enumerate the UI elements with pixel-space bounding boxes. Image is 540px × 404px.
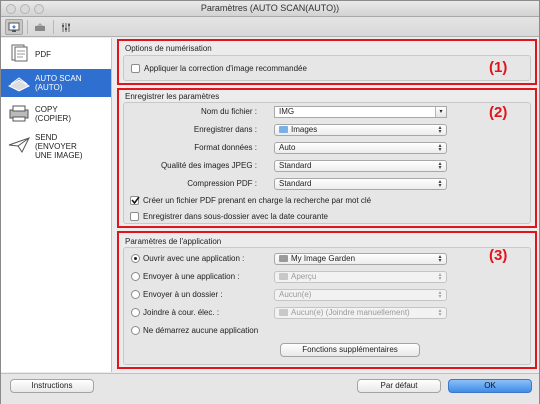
defaults-button[interactable]: Par défaut [357,379,441,393]
file-name-label: Nom du fichier : [200,107,257,116]
open-with-app-value: My Image Garden [291,254,356,263]
date-subfolder-checkbox[interactable] [130,212,139,221]
attach-email-label: Joindre à cour. élec. : [143,308,220,317]
ok-button[interactable]: OK [448,379,532,393]
jpeg-quality-value: Standard [279,161,312,170]
app-icon [279,273,288,280]
updown-arrows-icon: ▴ ▾ [438,143,442,153]
app-icon [279,255,288,262]
checkmark-icon [131,196,140,205]
searchable-pdf-checkbox[interactable] [130,196,140,205]
pdf-compression-label: Compression PDF : [187,179,257,188]
section-marker-2: (2) [489,104,508,121]
scan-options-title: Options de numérisation [125,44,212,53]
file-name-combo[interactable]: IMG ▾ [274,106,447,118]
sidebar-item-pdf[interactable]: PDF [1,40,111,68]
title-bar: Paramètres (AUTO SCAN(AUTO)) [1,1,539,17]
data-format-label: Format données : [194,143,257,152]
general-settings-tab[interactable] [57,19,75,35]
save-settings-title: Enregistrer les paramètres [125,92,220,101]
copy-icon [9,105,29,122]
send-to-folder-popup[interactable]: Aucun(e) ▴ ▾ [274,289,447,301]
mail-icon [279,309,288,316]
pdf-compression-value: Standard [279,179,312,188]
save-in-label: Enregistrer dans : [193,125,257,134]
app-settings-title: Paramètres de l'application [125,237,222,246]
send-to-app-value: Aperçu [291,272,317,281]
send-to-folder-value: Aucun(e) [279,290,312,299]
sidebar-item-label: COPY (COPIER) [35,105,71,123]
sidebar-item-copy[interactable]: COPY (COPIER) [1,100,111,128]
recommended-correction-checkbox[interactable] [131,64,140,73]
save-in-value: Images [291,125,318,134]
sidebar: PDF AUTO SCAN (AUTO) COPY (COPIER) SEND … [1,38,112,372]
save-in-popup[interactable]: Images ▴ ▾ [274,124,447,136]
open-with-app-popup[interactable]: My Image Garden ▴ ▾ [274,253,447,265]
send-to-app-radio[interactable] [131,272,140,281]
searchable-pdf-label: Créer un fichier PDF prenant en charge l… [143,196,372,205]
scan-options-group: Appliquer la correction d'image recomman… [123,55,531,81]
sidebar-item-label: AUTO SCAN (AUTO) [35,74,82,92]
data-format-value: Auto [279,143,296,152]
updown-arrows-icon: ▴ ▾ [438,254,442,264]
send-to-app-popup[interactable]: Aperçu ▴ ▾ [274,271,447,283]
jpeg-quality-popup[interactable]: Standard ▴ ▾ [274,160,447,172]
toolbar [1,17,539,37]
toolbar-separator [27,20,28,34]
attach-email-value: Aucun(e) (Joindre manuellement) [291,308,410,317]
attach-email-radio[interactable] [131,308,140,317]
send-icon [8,137,30,153]
date-subfolder-label: Enregistrer dans sous-dossier avec la da… [143,212,328,221]
send-to-folder-label: Envoyer à un dossier : [143,290,223,299]
instructions-button[interactable]: Instructions [10,379,94,393]
bottom-bar: Instructions Par défaut OK [1,373,539,404]
no-app-radio[interactable] [131,326,140,335]
save-settings-section: Enregistrer les paramètres Nom du fichie… [117,88,537,228]
sidebar-item-label: PDF [35,50,51,59]
sidebar-item-send[interactable]: SEND (ENVOYER UNE IMAGE) [1,131,111,167]
section-marker-3: (3) [489,247,508,264]
data-format-popup[interactable]: Auto ▴ ▾ [274,142,447,154]
chevron-down-icon[interactable]: ▾ [435,107,446,117]
jpeg-quality-label: Qualité des images JPEG : [160,161,257,170]
folder-icon [279,126,288,133]
scan-from-computer-icon [8,22,20,32]
updown-arrows-icon: ▴ ▾ [438,179,442,189]
scan-options-section: Options de numérisation Appliquer la cor… [117,39,537,85]
scan-from-operation-panel-tab[interactable] [31,19,49,35]
open-with-app-radio[interactable] [131,254,140,263]
sidebar-item-auto-scan[interactable]: AUTO SCAN (AUTO) [1,69,111,97]
scan-from-operation-panel-icon [35,22,45,31]
file-name-value: IMG [279,107,295,116]
pdf-icon [11,44,28,62]
toolbar-separator [53,20,54,34]
updown-arrows-icon: ▴ ▾ [438,125,442,135]
send-to-app-label: Envoyer à une application : [143,272,240,281]
updown-arrows-icon: ▴ ▾ [438,308,442,318]
settings-window: Paramètres (AUTO SCAN(AUTO)) PDF AUTO SC… [0,0,540,404]
auto-scan-icon [7,77,31,92]
updown-arrows-icon: ▴ ▾ [438,161,442,171]
scan-from-computer-tab[interactable] [5,19,23,35]
recommended-correction-label: Appliquer la correction d'image recomman… [144,64,307,73]
attach-email-popup[interactable]: Aucun(e) (Joindre manuellement) ▴ ▾ [274,307,447,319]
more-functions-button[interactable]: Fonctions supplémentaires [280,343,420,357]
updown-arrows-icon: ▴ ▾ [438,290,442,300]
window-title: Paramètres (AUTO SCAN(AUTO)) [200,3,340,13]
pdf-compression-popup[interactable]: Standard ▴ ▾ [274,178,447,190]
no-app-label: Ne démarrez aucune application [143,326,259,335]
app-settings-section: Paramètres de l'application Ouvrir avec … [117,231,537,369]
updown-arrows-icon: ▴ ▾ [438,272,442,282]
sidebar-item-label: SEND (ENVOYER UNE IMAGE) [35,133,83,160]
section-marker-1: (1) [489,59,508,76]
open-with-app-label: Ouvrir avec une application : [143,254,245,263]
general-settings-icon [62,22,70,32]
send-to-folder-radio[interactable] [131,290,140,299]
